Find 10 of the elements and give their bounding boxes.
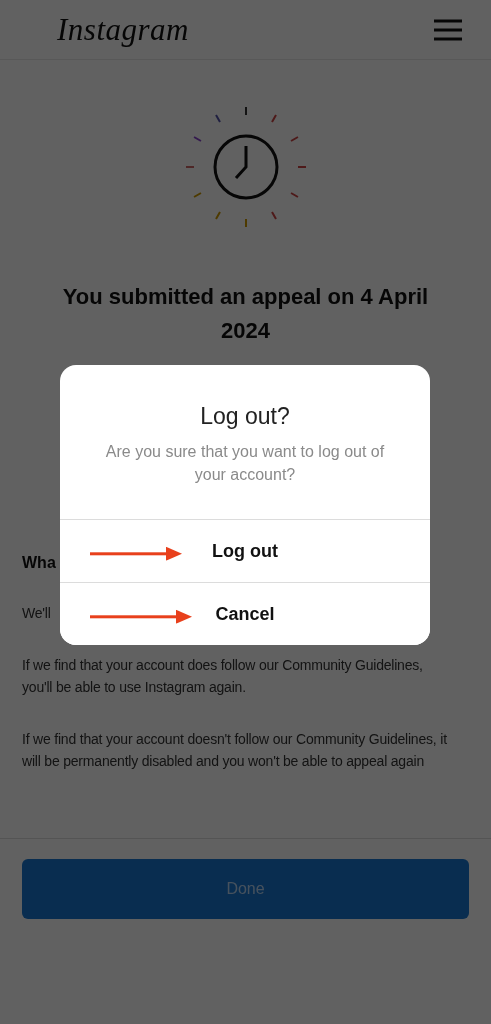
menu-icon[interactable] <box>433 17 463 42</box>
dialog-title: Log out? <box>199 403 291 430</box>
dialog-action-button[interactable]: Cancel <box>60 582 430 645</box>
instagram-logo: Instagram <box>57 11 189 48</box>
info-paragraph: If we find that your account doesn't follow our Community Guidelines, it will be permanently disabled and you won't be able to appeal again <box>22 730 447 771</box>
section-heading: Wha <box>22 554 56 572</box>
appeal-title: You submitted an appeal on 4 April 2024 <box>61 283 430 345</box>
info-paragraph: If we find that your account does follow our Community Guidelines, you'll be able to use Instagram again. <box>22 656 424 697</box>
dialog-message: Are you sure that you want to log out of your account? <box>105 442 385 485</box>
info-paragraph: We'll <box>22 604 51 623</box>
